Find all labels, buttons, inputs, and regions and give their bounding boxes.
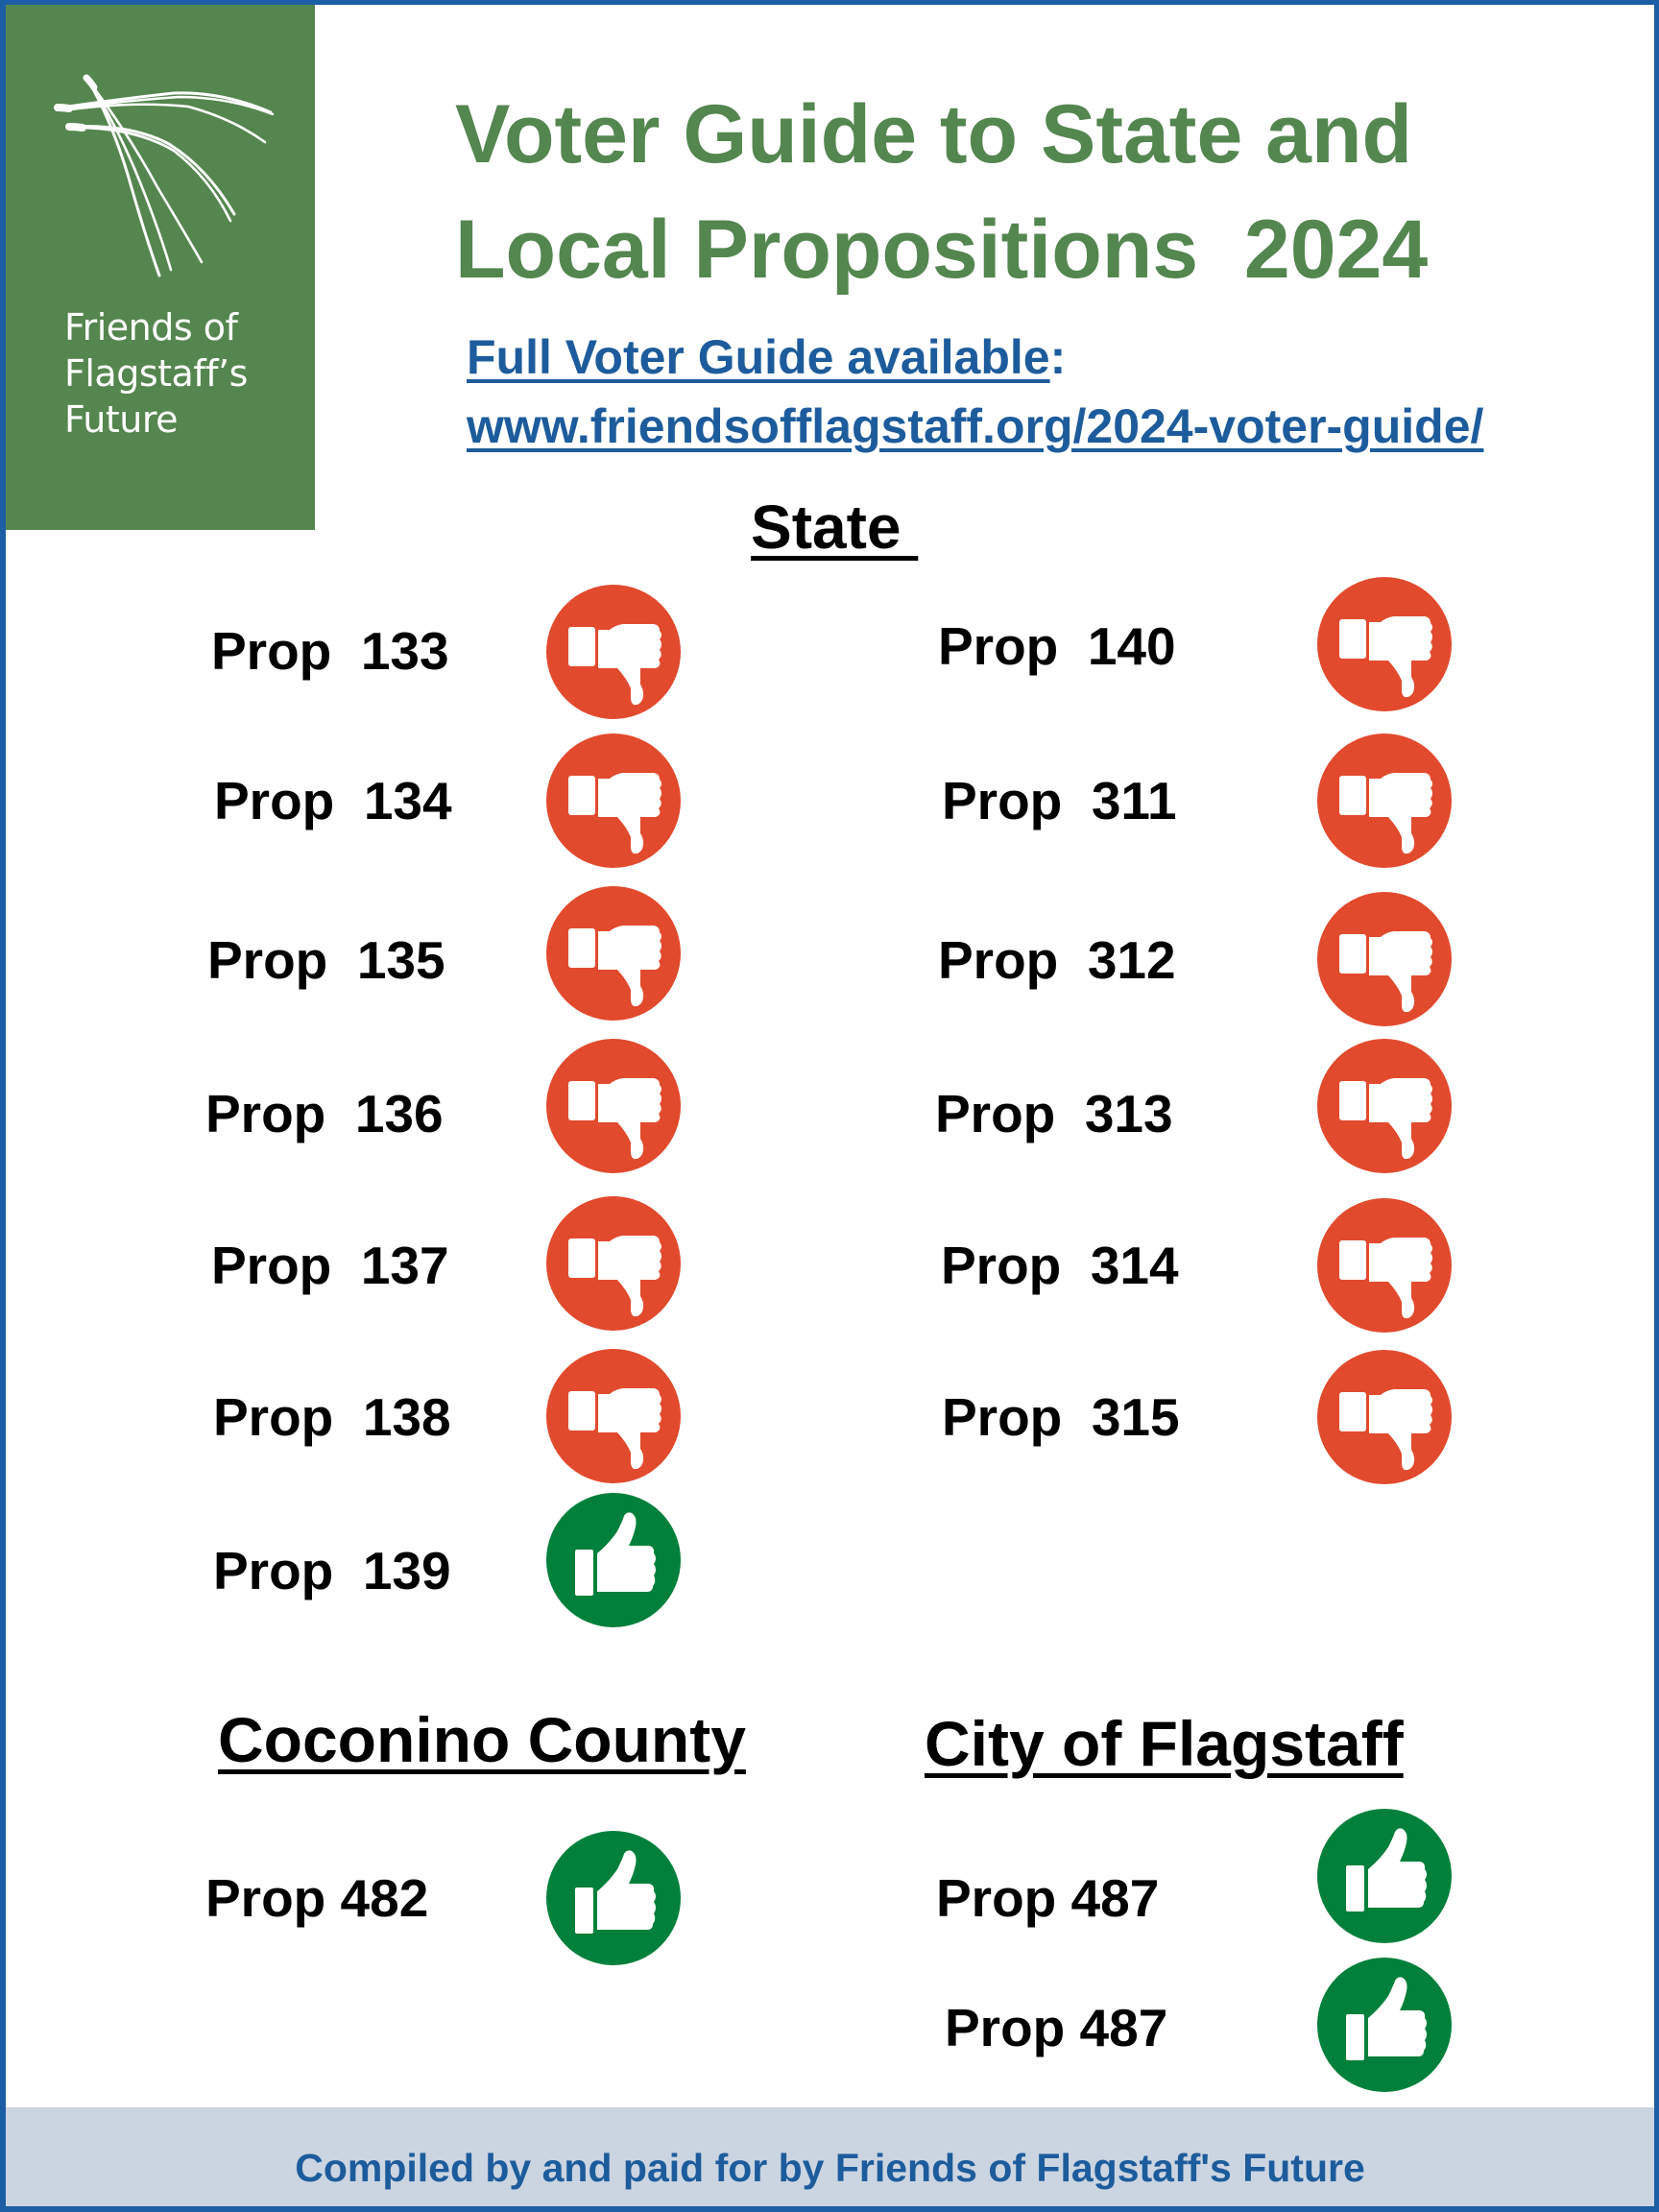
vote-badge-no <box>1317 892 1452 1026</box>
footer-disclaimer: Compiled by and paid for by Friends of F… <box>295 2146 1365 2190</box>
vote-badge-no <box>1317 1350 1452 1484</box>
vote-badge-no <box>1317 1198 1452 1333</box>
vote-badge-no <box>546 1039 681 1173</box>
prop-label: Prop 135 <box>207 930 445 990</box>
prop-label: Prop 314 <box>941 1236 1179 1295</box>
colon: : <box>1049 330 1067 384</box>
thumbs-down-icon <box>546 1349 681 1483</box>
vote-badge-no <box>546 1349 681 1483</box>
prop-label: Prop 139 <box>213 1541 451 1600</box>
vote-badge-yes <box>1317 1809 1452 1943</box>
vote-badge-no <box>546 585 681 719</box>
prop-label: Prop 140 <box>938 616 1176 676</box>
logo: Friends of Flagstaff’s Future <box>6 5 315 530</box>
thumbs-down-icon <box>1317 1039 1452 1173</box>
thumbs-down-icon <box>1317 577 1452 711</box>
voter-guide-url-link[interactable]: www.friendsofflagstaff.org/2024-voter-gu… <box>467 399 1483 453</box>
section-heading-county: Coconino County <box>218 1704 746 1775</box>
footer-band: Compiled by and paid for by Friends of F… <box>6 2107 1654 2206</box>
section-heading-state: State <box>751 493 919 562</box>
logo-text-line-3: Future <box>64 398 179 441</box>
logo-text-line-1: Friends of <box>64 306 238 349</box>
thumbs-up-icon <box>546 1493 681 1627</box>
logo-text-line-2: Flagstaff’s <box>64 352 248 395</box>
vote-badge-no <box>1317 577 1452 711</box>
thumbs-down-icon <box>546 733 681 868</box>
prop-label: Prop 134 <box>214 771 452 830</box>
prop-label: Prop 315 <box>942 1387 1180 1447</box>
thumbs-up-icon <box>1317 1958 1452 2092</box>
thumbs-down-icon <box>546 585 681 719</box>
vote-badge-no <box>1317 733 1452 868</box>
pine-needles-icon <box>54 74 275 277</box>
prop-label: Prop 487 <box>945 1998 1168 2057</box>
thumbs-up-icon <box>1317 1809 1452 1943</box>
prop-label: Prop 137 <box>211 1236 449 1295</box>
vote-badge-no <box>546 886 681 1021</box>
vote-badge-no <box>546 1196 681 1331</box>
vote-badge-yes <box>546 1831 681 1965</box>
prop-label: Prop 487 <box>936 1868 1160 1928</box>
title-line-1: Voter Guide to State and <box>455 88 1413 180</box>
page-title: Voter Guide to State and Local Propositi… <box>455 77 1428 307</box>
vote-badge-no <box>1317 1039 1452 1173</box>
prop-label: Prop 313 <box>935 1084 1173 1143</box>
vote-badge-yes <box>1317 1958 1452 2092</box>
prop-label: Prop 133 <box>211 621 449 681</box>
thumbs-up-icon <box>546 1831 681 1965</box>
prop-label: Prop 311 <box>942 771 1177 830</box>
full-guide-info: Full Voter Guide available: www.friendso… <box>467 323 1483 461</box>
prop-label: Prop 312 <box>938 930 1176 990</box>
thumbs-down-icon <box>546 1196 681 1331</box>
prop-label: Prop 136 <box>205 1084 444 1143</box>
title-line-2: Local Propositions 2024 <box>455 204 1429 296</box>
vote-badge-no <box>546 733 681 868</box>
logo-wordmark: Friends of Flagstaff’s Future <box>64 304 248 443</box>
thumbs-down-icon <box>546 886 681 1021</box>
thumbs-down-icon <box>1317 892 1452 1026</box>
vote-badge-yes <box>546 1493 681 1627</box>
full-guide-label-link[interactable]: Full Voter Guide available <box>467 330 1050 384</box>
thumbs-down-icon <box>1317 1198 1452 1333</box>
prop-label: Prop 138 <box>213 1387 451 1447</box>
prop-label: Prop 482 <box>205 1868 429 1928</box>
section-heading-city: City of Flagstaff <box>925 1708 1404 1779</box>
thumbs-down-icon <box>546 1039 681 1173</box>
thumbs-down-icon <box>1317 733 1452 868</box>
thumbs-down-icon <box>1317 1350 1452 1484</box>
